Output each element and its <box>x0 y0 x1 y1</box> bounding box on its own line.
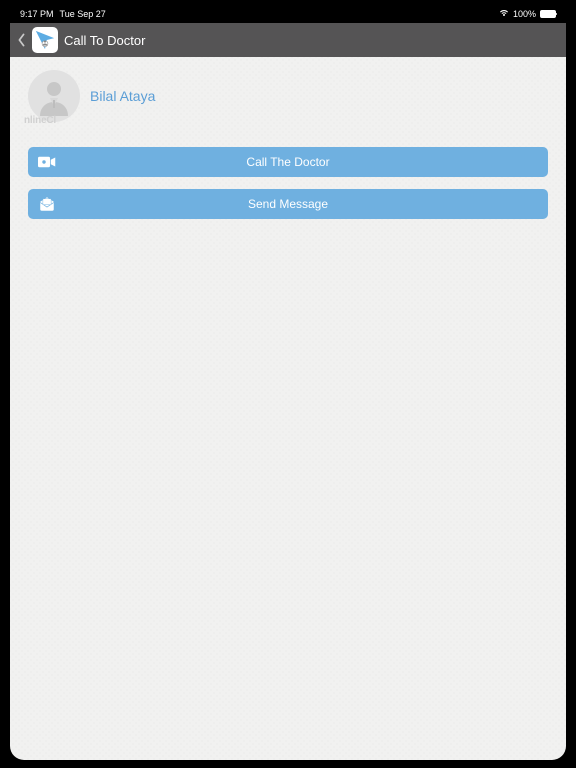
nav-title: Call To Doctor <box>64 33 145 48</box>
device-frame: 9:17 PM Tue Sep 27 100% <box>0 0 576 768</box>
status-bar: 9:17 PM Tue Sep 27 100% <box>10 5 566 23</box>
message-icon <box>38 197 56 211</box>
call-doctor-button[interactable]: Call The Doctor <box>28 147 548 177</box>
send-message-button[interactable]: Send Message <box>28 189 548 219</box>
battery-icon <box>540 10 556 18</box>
battery-percent: 100% <box>513 9 536 19</box>
status-time: 9:17 PM <box>20 9 54 19</box>
status-date: Tue Sep 27 <box>60 9 106 19</box>
content-area: nlineCl Bilal Ataya Call The Doctor <box>10 57 566 760</box>
wifi-icon <box>499 9 509 19</box>
doctor-name: Bilal Ataya <box>90 88 155 104</box>
avatar-watermark: nlineCl <box>24 115 56 126</box>
app-logo <box>32 27 58 53</box>
video-call-icon <box>38 155 56 169</box>
nav-bar: Call To Doctor <box>10 23 566 57</box>
status-right: 100% <box>499 9 556 19</box>
status-left: 9:17 PM Tue Sep 27 <box>20 9 106 19</box>
doctor-profile: nlineCl Bilal Ataya <box>28 67 548 125</box>
back-icon[interactable] <box>16 32 26 48</box>
screen: 9:17 PM Tue Sep 27 100% <box>10 5 566 760</box>
call-doctor-label: Call The Doctor <box>246 155 329 169</box>
action-buttons: Call The Doctor Send Message <box>28 147 548 219</box>
send-message-label: Send Message <box>248 197 328 211</box>
